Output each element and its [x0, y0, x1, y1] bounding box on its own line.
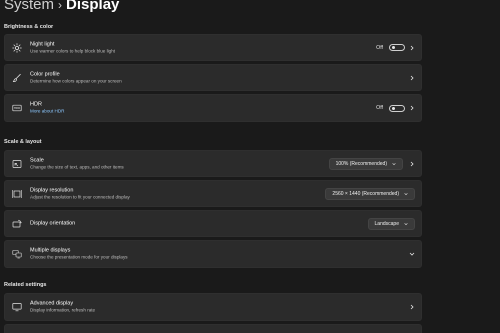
- multiple-displays-title: Multiple displays: [30, 247, 71, 254]
- hdr-title: HDR: [30, 101, 42, 108]
- advanced-display-row[interactable]: Advanced display Display information, re…: [4, 293, 422, 321]
- scale-icon: [12, 159, 22, 169]
- section-brightness-color: Brightness & color: [4, 24, 54, 30]
- advanced-display-desc: Display information, refresh rate: [30, 307, 96, 313]
- night-light-toggle-group: Off: [376, 44, 405, 52]
- chevron-right-icon: [409, 75, 415, 81]
- resolution-title: Display resolution: [30, 187, 74, 193]
- color-profile-title: Color profile: [30, 71, 60, 77]
- resolution-dropdown[interactable]: 2560 × 1440 (Recommended): [325, 187, 415, 200]
- display-resolution-row[interactable]: Display resolution Adjust the resolution…: [4, 180, 422, 207]
- advanced-display-title: Advanced display: [30, 300, 74, 307]
- hdr-state: Off: [376, 105, 383, 111]
- night-light-toggle[interactable]: [389, 44, 405, 51]
- color-profile-desc: Determine how colors appear on your scre…: [30, 78, 122, 83]
- page-title: Display: [66, 0, 120, 13]
- multiple-displays-icon: [12, 249, 22, 259]
- scale-dropdown-value: 100% (Recommended): [335, 160, 387, 167]
- chevron-down-icon[interactable]: [409, 251, 415, 257]
- scale-dropdown[interactable]: 100% (Recommended): [328, 157, 403, 170]
- scale-row[interactable]: Scale Change the size of text, apps, and…: [4, 150, 422, 177]
- orientation-dropdown[interactable]: Landscape: [367, 217, 415, 230]
- multiple-displays-row[interactable]: Multiple displays Choose the presentatio…: [4, 240, 422, 268]
- resolution-dropdown-value: 2560 × 1440 (Recommended): [332, 190, 399, 197]
- more-about-hdr-link[interactable]: More about HDR: [30, 109, 64, 115]
- breadcrumb-system[interactable]: System: [4, 0, 54, 13]
- breadcrumb: System › Display: [4, 0, 119, 14]
- chevron-right-icon: [409, 45, 415, 51]
- monitor-icon: [12, 302, 22, 312]
- chevron-down-icon: [392, 162, 396, 165]
- section-related-settings: Related settings: [4, 282, 47, 288]
- multiple-displays-desc: Choose the presentation mode for your di…: [30, 254, 128, 260]
- resolution-icon: [12, 189, 22, 199]
- chevron-down-icon: [404, 192, 408, 195]
- hdr-toggle[interactable]: [389, 104, 405, 112]
- night-light-desc: Use warmer colors to help block blue lig…: [30, 48, 116, 53]
- chevron-down-icon: [404, 222, 408, 225]
- hdr-icon: HDR: [12, 103, 22, 113]
- color-profile-row[interactable]: Color profile Determine how colors appea…: [4, 64, 422, 91]
- display-orientation-row[interactable]: Display orientation Landscape: [4, 210, 422, 237]
- night-light-title: Night light: [30, 41, 55, 47]
- hdr-toggle-group: Off: [376, 104, 405, 112]
- orientation-icon: [12, 219, 22, 229]
- display-settings-page: System › Display Brightness & color Night …: [0, 0, 500, 333]
- svg-text:HDR: HDR: [14, 106, 20, 110]
- breadcrumb-separator: ›: [58, 0, 63, 12]
- orientation-title: Display orientation: [30, 220, 76, 226]
- scale-desc: Change the size of text, apps, and other…: [30, 164, 124, 169]
- orientation-dropdown-value: Landscape: [374, 220, 399, 227]
- chevron-right-icon: [409, 105, 415, 111]
- chevron-right-icon: [409, 161, 415, 167]
- section-scale-layout: Scale & layout: [4, 139, 42, 145]
- chevron-right-icon: [409, 304, 415, 310]
- night-light-row[interactable]: Night light Use warmer colors to help bl…: [4, 34, 422, 61]
- brush-icon: [12, 73, 22, 83]
- night-light-state: Off: [376, 44, 383, 51]
- hdr-row[interactable]: HDR HDR More about HDR Off: [4, 94, 422, 122]
- next-settings-row[interactable]: [4, 324, 422, 333]
- scale-title: Scale: [30, 157, 44, 163]
- resolution-desc: Adjust the resolution to fit your connec…: [30, 194, 130, 199]
- sun-icon: [12, 42, 22, 53]
